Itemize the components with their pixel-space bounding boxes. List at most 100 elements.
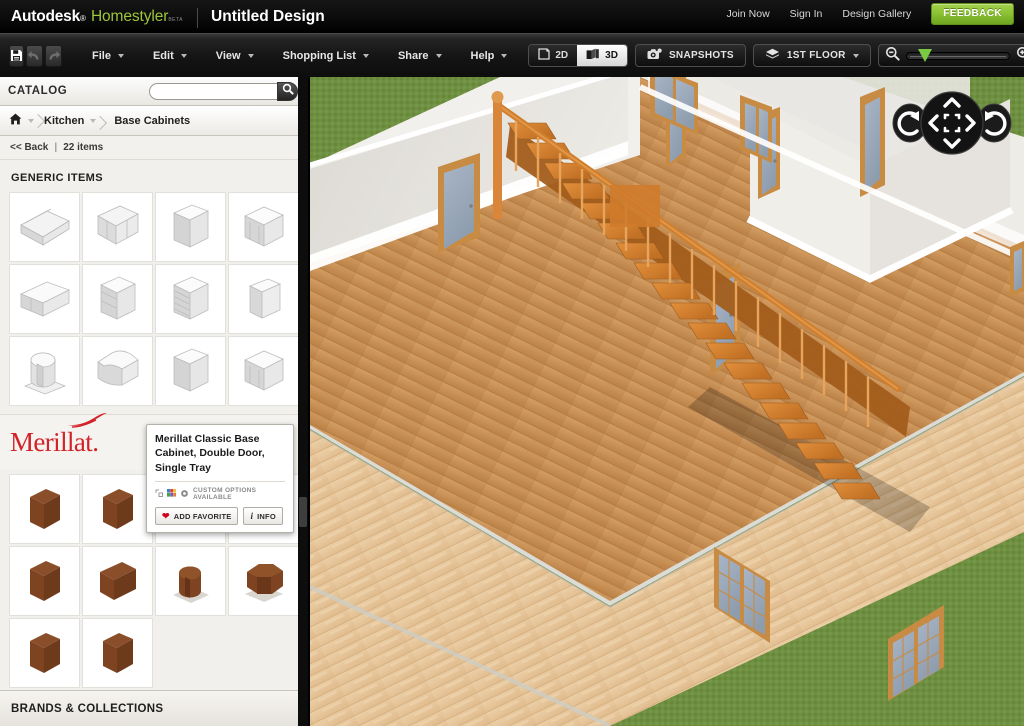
- tooltip-divider: [155, 481, 285, 483]
- redo-icon: [46, 49, 61, 62]
- menu-view[interactable]: View: [208, 46, 262, 66]
- save-icon: [10, 49, 23, 62]
- zoom-slider[interactable]: [905, 48, 1010, 62]
- add-favorite-button[interactable]: ❤ ADD FAVORITE: [155, 507, 239, 526]
- catalog-item-1[interactable]: [9, 192, 80, 262]
- custom-options-row: CUSTOM OPTIONS AVAILABLE: [155, 487, 285, 501]
- undo-icon: [27, 49, 42, 62]
- save-button[interactable]: [9, 44, 24, 67]
- layers-icon: [765, 48, 780, 63]
- join-now-link[interactable]: Join Now: [726, 8, 769, 20]
- catalog-item-10[interactable]: [82, 336, 153, 406]
- generic-items-grid: [0, 192, 306, 406]
- design-viewport-3d[interactable]: [310, 77, 1024, 726]
- main-toolbar: File Edit View Shopping List Share Help: [0, 33, 1024, 77]
- menu-share[interactable]: Share: [390, 46, 450, 66]
- catalog-subheader: << Back | 22 items: [0, 136, 306, 160]
- menu-share-label: Share: [397, 49, 429, 62]
- brands-collections-footer[interactable]: BRANDS & COLLECTIONS: [0, 690, 306, 726]
- door-left-wall: [438, 153, 480, 253]
- brand-bar: Autodesk ® Homestyler BETA Untitled Desi…: [0, 0, 1024, 33]
- redo-button[interactable]: [45, 44, 62, 67]
- chevron-down-icon: [90, 118, 97, 123]
- brand-item-9[interactable]: [9, 618, 80, 688]
- sign-in-link[interactable]: Sign In: [790, 8, 823, 20]
- title-divider: [197, 7, 199, 28]
- zoom-slider-thumb[interactable]: [918, 48, 933, 62]
- catalog-item-3[interactable]: [155, 192, 226, 262]
- info-icon: i: [250, 511, 254, 522]
- menu-help-label: Help: [470, 49, 495, 62]
- catalog-item-11[interactable]: [155, 336, 226, 406]
- window-upper-right: [1010, 241, 1024, 297]
- search-input[interactable]: [149, 82, 277, 100]
- zoom-out-icon[interactable]: [885, 46, 900, 66]
- homestyler-app: Autodesk ® Homestyler BETA Untitled Desi…: [0, 0, 1024, 726]
- toolbar-right-controls: 2D 3D SNAPSHOTS 1ST FLOOR: [528, 44, 1024, 67]
- brand-item-8[interactable]: [228, 546, 299, 616]
- heart-icon: ❤: [162, 510, 170, 521]
- brand-item-6[interactable]: [82, 546, 153, 616]
- design-gallery-link[interactable]: Design Gallery: [842, 8, 911, 20]
- catalog-item-8[interactable]: [228, 264, 299, 334]
- menu-shopping-list-label: Shopping List: [282, 49, 356, 62]
- menu-shopping-list[interactable]: Shopping List: [275, 46, 377, 66]
- brand-item-10[interactable]: [82, 618, 153, 688]
- gear-icon: [180, 489, 189, 500]
- snapshots-button[interactable]: SNAPSHOTS: [634, 44, 746, 67]
- catalog-header: CATALOG: [0, 77, 306, 106]
- brand-item-2[interactable]: [82, 474, 153, 544]
- menu-bar: File Edit View Shopping List Share Help: [84, 46, 528, 66]
- logo-product-text: Homestyler: [90, 7, 169, 25]
- brand-item-5[interactable]: [9, 546, 80, 616]
- breadcrumb-base-cabinets: Base Cabinets: [114, 114, 191, 127]
- catalog-scrollbar-thumb[interactable]: [299, 497, 307, 527]
- logo-registered-mark: ®: [80, 13, 86, 23]
- catalog-item-9[interactable]: [9, 336, 80, 406]
- chevron-down-icon: [501, 53, 508, 58]
- chevron-down-icon: [28, 118, 34, 123]
- tooltip-title: Merillat Classic Base Cabinet, Double Do…: [155, 433, 265, 474]
- menu-edit[interactable]: Edit: [145, 46, 195, 66]
- brand-item-1[interactable]: [9, 474, 80, 544]
- catalog-item-4[interactable]: [228, 192, 299, 262]
- catalog-item-7[interactable]: [155, 264, 226, 334]
- zoom-controls: [877, 44, 1024, 67]
- catalog-item-5[interactable]: [9, 264, 80, 334]
- chevron-down-icon: [247, 53, 254, 58]
- catalog-scrollbar[interactable]: [298, 77, 308, 726]
- view-3d-icon: [586, 48, 600, 63]
- back-link[interactable]: << Back: [10, 142, 48, 153]
- view-2d-icon: [538, 48, 551, 63]
- subheader-divider: |: [54, 142, 58, 153]
- custom-options-label: CUSTOM OPTIONS AVAILABLE: [193, 487, 257, 502]
- navigation-compass[interactable]: [892, 87, 1012, 159]
- floor-selector[interactable]: 1ST FLOOR: [752, 44, 871, 67]
- breadcrumb-kitchen[interactable]: Kitchen: [44, 115, 106, 127]
- tab-2d[interactable]: 2D: [529, 45, 578, 66]
- search-button[interactable]: [277, 81, 298, 101]
- tab-3d[interactable]: 3D: [577, 45, 627, 66]
- catalog-item-6[interactable]: [82, 264, 153, 334]
- tooltip-actions: ❤ ADD FAVORITE i INFO: [155, 507, 285, 526]
- app-logo[interactable]: Autodesk ® Homestyler BETA: [0, 8, 183, 26]
- catalog-item-2[interactable]: [82, 192, 153, 262]
- catalog-title: CATALOG: [8, 85, 68, 97]
- breadcrumb-home[interactable]: [9, 113, 44, 128]
- chevron-down-icon: [435, 53, 442, 58]
- door-center-tall: [860, 87, 885, 197]
- menu-file[interactable]: File: [84, 46, 132, 66]
- item-count: 22 items: [63, 142, 104, 153]
- search-icon: [282, 82, 294, 100]
- undo-button[interactable]: [26, 44, 43, 67]
- brand-item-7[interactable]: [155, 546, 226, 616]
- catalog-item-12[interactable]: [228, 336, 299, 406]
- catalog-search: [149, 81, 298, 101]
- chevron-down-icon: [852, 53, 859, 58]
- feedback-button[interactable]: FEEDBACK: [931, 2, 1014, 25]
- merillat-logo: Merillat.: [10, 413, 140, 456]
- menu-help[interactable]: Help: [463, 46, 516, 66]
- info-button[interactable]: i INFO: [243, 507, 283, 526]
- home-icon: [9, 113, 22, 128]
- zoom-in-icon[interactable]: [1016, 46, 1024, 66]
